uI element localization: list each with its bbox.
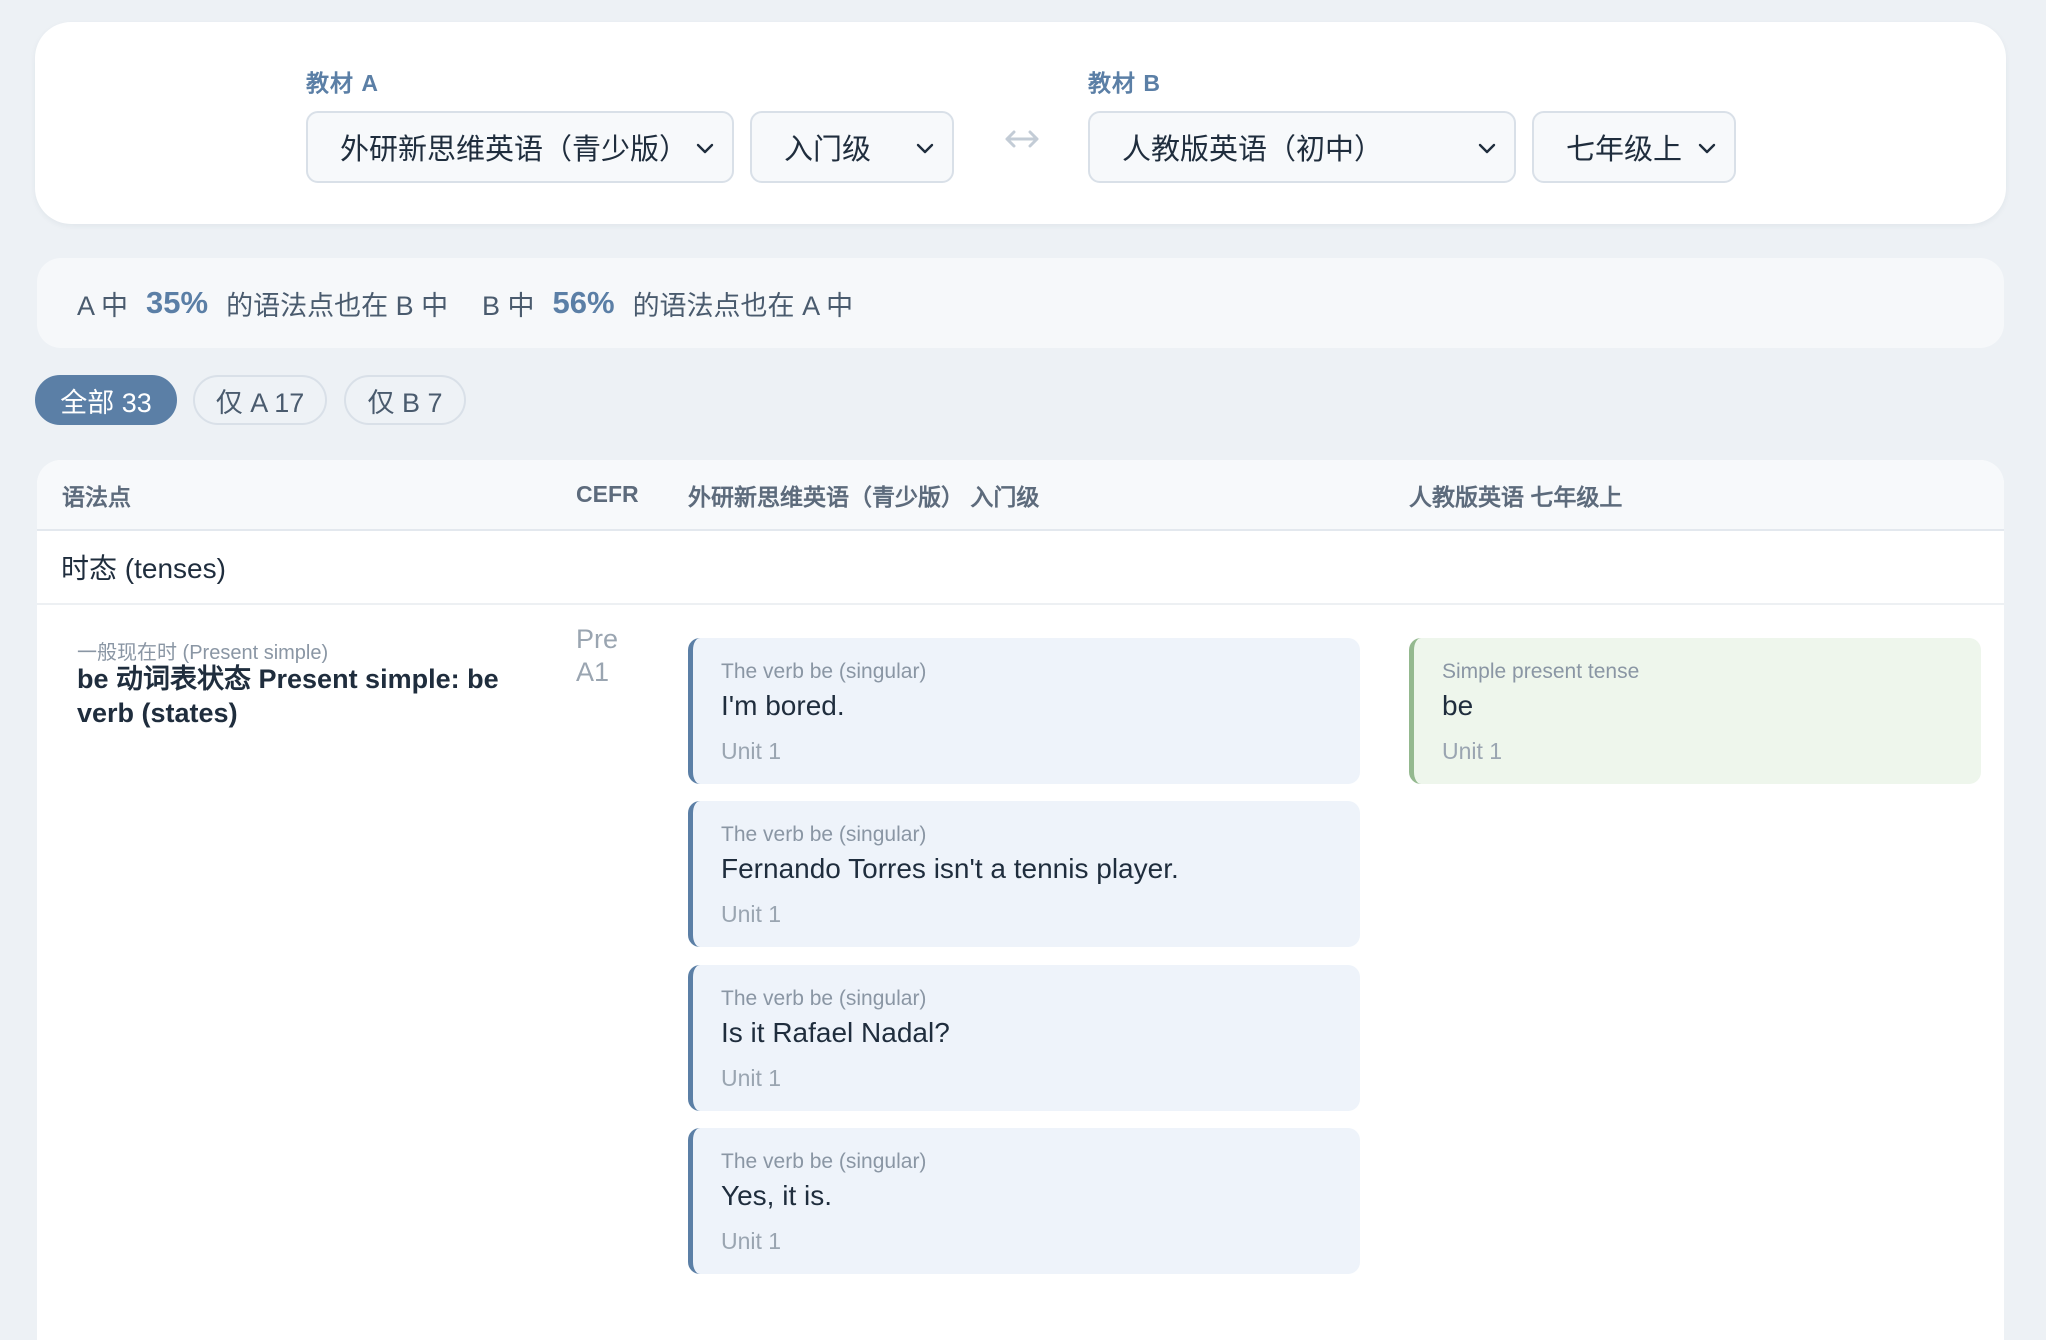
example-sentence: Yes, it is. (721, 1180, 833, 1211)
example-card-b[interactable]: Simple present tense be Unit 1 (1409, 638, 1981, 784)
grammar-point-category: 一般现在时 (Present simple) (77, 642, 329, 664)
cefr-level: Pre A1 (576, 624, 619, 687)
example-unit: Unit 1 (721, 1228, 782, 1254)
chevron-down-icon (1478, 143, 1496, 154)
example-category: The verb be (singular) (721, 987, 927, 1010)
chevron-down-icon (696, 143, 714, 154)
textbook-a-book-value: 外研新思维英语（青少版） (340, 134, 689, 166)
example-sentence: be (1442, 690, 1474, 721)
overlap-a-suffix: 的语法点也在 B 中 (226, 290, 449, 321)
header-cefr: CEFR (576, 481, 639, 507)
overlap-b-percent: 56% (552, 285, 615, 320)
example-card-a[interactable]: The verb be (singular) Yes, it is. Unit … (688, 1128, 1360, 1274)
group-title: 时态 (tenses) (61, 553, 226, 584)
example-unit: Unit 1 (721, 738, 782, 764)
overlap-stat-a: A 中 35% 的语法点也在 B 中 (77, 258, 448, 348)
example-category: The verb be (singular) (721, 1150, 927, 1173)
table-header: 语法点 CEFR 外研新思维英语（青少版） 入门级 人教版英语 七年级上 (37, 460, 2004, 531)
example-sentence: Fernando Torres isn't a tennis player. (721, 853, 1179, 884)
textbook-b-level-select[interactable]: 七年级上 (1532, 111, 1736, 183)
textbook-a-book-select[interactable]: 外研新思维英语（青少版） (306, 111, 734, 183)
example-category: The verb be (singular) (721, 660, 927, 683)
chevron-down-icon (1698, 143, 1716, 154)
example-card-a[interactable]: The verb be (singular) Is it Rafael Nada… (688, 965, 1360, 1111)
filter-only-b-chip[interactable]: 仅 B 7 (344, 375, 466, 425)
textbook-b-book-select[interactable]: 人教版英语（初中） (1088, 111, 1516, 183)
example-sentence: Is it Rafael Nadal? (721, 1017, 950, 1048)
filter-only-a-chip[interactable]: 仅 A 17 (193, 375, 327, 425)
example-category: Simple present tense (1442, 660, 1640, 683)
textbook-a-level-select[interactable]: 入门级 (750, 111, 954, 183)
overlap-stats-bar: A 中 35% 的语法点也在 B 中 B 中 56% 的语法点也在 A 中 (37, 258, 2004, 348)
overlap-a-percent: 35% (146, 285, 209, 320)
overlap-stat-b: B 中 56% 的语法点也在 A 中 (482, 258, 853, 348)
overlap-b-suffix: 的语法点也在 A 中 (632, 290, 854, 321)
overlap-a-prefix: A 中 (77, 290, 129, 321)
example-unit: Unit 1 (721, 1065, 782, 1091)
filter-all-chip[interactable]: 全部 33 (35, 375, 177, 425)
header-textbook-b: 人教版英语 七年级上 (1409, 483, 1623, 510)
group-header-row: 时态 (tenses) (37, 531, 2004, 605)
textbook-a-label: 教材 A (306, 70, 379, 96)
example-card-a[interactable]: The verb be (singular) I'm bored. Unit 1 (688, 638, 1360, 784)
chevron-down-icon (916, 143, 934, 154)
textbook-a-level-value: 入门级 (784, 134, 872, 166)
header-textbook-a: 外研新思维英语（青少版） 入门级 (688, 483, 1040, 510)
example-sentence: I'm bored. (721, 690, 845, 721)
grammar-point-title: be 动词表状态 Present simple: be verb (states… (77, 664, 499, 728)
example-unit: Unit 1 (721, 901, 782, 927)
header-grammar-point: 语法点 (62, 483, 131, 510)
textbook-b-label: 教材 B (1088, 70, 1161, 96)
example-unit: Unit 1 (1442, 738, 1503, 764)
textbook-b-book-value: 人教版英语（初中） (1122, 134, 1384, 166)
example-category: The verb be (singular) (721, 823, 927, 846)
overlap-b-prefix: B 中 (482, 290, 535, 321)
swap-horizontal-icon[interactable] (1003, 124, 1041, 154)
textbook-b-level-value: 七年级上 (1566, 134, 1683, 166)
example-card-a[interactable]: The verb be (singular) Fernando Torres i… (688, 801, 1360, 947)
